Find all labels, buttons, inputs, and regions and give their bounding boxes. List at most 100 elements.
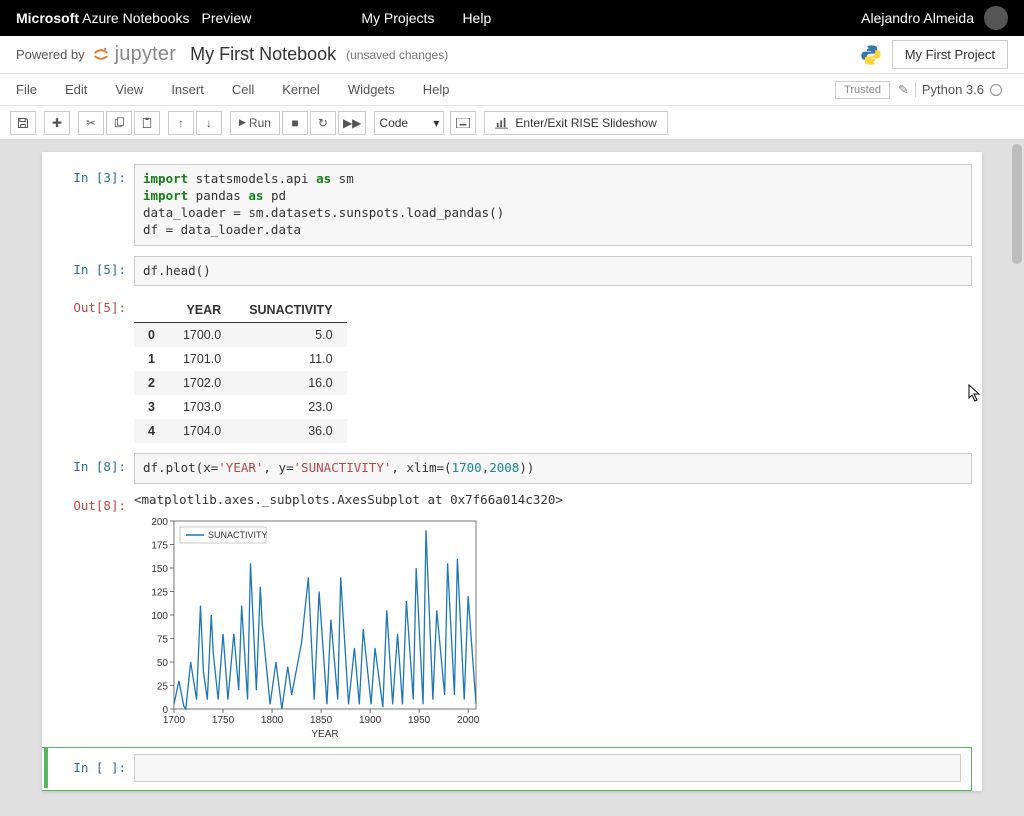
row-index: 2 <box>134 371 169 395</box>
table-row: 31703.023.0 <box>134 395 347 419</box>
menu-insert[interactable]: Insert <box>171 82 204 97</box>
table-cell: 5.0 <box>235 323 346 348</box>
row-index: 1 <box>134 347 169 371</box>
help-link[interactable]: Help <box>462 10 491 26</box>
svg-text:2000: 2000 <box>457 715 480 726</box>
table-cell: 1700.0 <box>169 323 235 348</box>
paste-button[interactable] <box>134 111 160 135</box>
svg-text:200: 200 <box>151 517 168 528</box>
code-cell[interactable]: In [5]: df.head() <box>42 254 982 295</box>
plus-icon: ✚ <box>52 116 62 130</box>
kernel-indicator[interactable]: Python 3.6 <box>915 82 1008 97</box>
in-prompt: In [3]: <box>44 164 134 246</box>
edit-icon[interactable]: ✎ <box>898 82 909 98</box>
move-up-button[interactable]: ↑ <box>168 111 194 135</box>
stop-icon: ■ <box>291 116 298 130</box>
azure-top-bar: Microsoft Azure Notebooks Preview My Pro… <box>0 0 1024 36</box>
restart-button[interactable]: ↻ <box>310 111 336 135</box>
bar-chart-icon <box>495 117 509 129</box>
command-palette-button[interactable] <box>450 111 476 135</box>
svg-text:1800: 1800 <box>261 715 284 726</box>
menu-view[interactable]: View <box>115 82 143 97</box>
restart-run-all-button[interactable]: ▶▶ <box>338 111 366 135</box>
in-prompt: In [ ]: <box>48 754 134 782</box>
table-cell: 16.0 <box>235 371 346 395</box>
output-repr: <matplotlib.axes._subplots.AxesSubplot a… <box>134 492 972 507</box>
svg-text:75: 75 <box>157 635 169 646</box>
code-input[interactable]: df.head() <box>134 256 972 287</box>
arrow-down-icon: ↓ <box>206 116 212 130</box>
user-name[interactable]: Alejandro Almeida <box>861 10 974 26</box>
in-prompt: In [8]: <box>44 453 134 484</box>
run-button[interactable]: ▶Run <box>230 111 280 135</box>
stop-button[interactable]: ■ <box>282 111 308 135</box>
svg-text:1950: 1950 <box>408 715 431 726</box>
code-cell[interactable]: In [8]: df.plot(x='YEAR', y='SUNACTIVITY… <box>42 451 982 492</box>
brand: Microsoft Azure Notebooks <box>16 10 190 26</box>
notebook-status: (unsaved changes) <box>346 48 448 62</box>
code-cell[interactable]: In [3]: import statsmodels.api as sm imp… <box>42 162 982 254</box>
arrow-up-icon: ↑ <box>178 116 184 130</box>
row-index: 0 <box>134 323 169 348</box>
table-cell: 11.0 <box>235 347 346 371</box>
save-button[interactable] <box>10 111 36 135</box>
notebook-scroll-area[interactable]: In [3]: import statsmodels.api as sm imp… <box>0 140 1024 816</box>
menu-widgets[interactable]: Widgets <box>348 82 395 97</box>
chevron-down-icon: ▾ <box>433 116 439 130</box>
code-input[interactable]: df.plot(x='YEAR', y='SUNACTIVITY', xlim=… <box>134 453 972 484</box>
table-header: SUNACTIVITY <box>235 298 346 323</box>
python-icon <box>860 44 882 66</box>
out-prompt: Out[8]: <box>44 492 134 739</box>
menu-file[interactable]: File <box>16 82 37 97</box>
menu-help[interactable]: Help <box>423 82 450 97</box>
out-prompt: Out[5]: <box>44 294 134 443</box>
table-row: 11701.011.0 <box>134 347 347 371</box>
table-cell: 1701.0 <box>169 347 235 371</box>
table-cell: 1704.0 <box>169 419 235 443</box>
cell-type-select[interactable]: Code▾ <box>374 111 444 135</box>
move-down-button[interactable]: ↓ <box>196 111 222 135</box>
cut-button[interactable]: ✂ <box>78 111 104 135</box>
my-projects-link[interactable]: My Projects <box>361 10 434 26</box>
svg-text:150: 150 <box>151 564 168 575</box>
svg-text:1700: 1700 <box>163 715 186 726</box>
svg-text:1900: 1900 <box>359 715 382 726</box>
code-input[interactable]: import statsmodels.api as sm import pand… <box>134 164 972 246</box>
project-button[interactable]: My First Project <box>892 40 1008 69</box>
preview-link[interactable]: Preview <box>202 10 252 26</box>
code-input[interactable] <box>134 754 961 782</box>
table-cell: 23.0 <box>235 395 346 419</box>
trusted-badge[interactable]: Trusted <box>835 81 890 99</box>
restart-icon: ↻ <box>318 116 328 130</box>
menu-bar: File Edit View Insert Cell Kernel Widget… <box>0 74 1024 106</box>
table-cell: 36.0 <box>235 419 346 443</box>
rise-slideshow-button[interactable]: Enter/Exit RISE Slideshow <box>484 111 667 135</box>
svg-text:50: 50 <box>157 658 169 669</box>
table-row: 01700.05.0 <box>134 323 347 348</box>
menu-edit[interactable]: Edit <box>65 82 87 97</box>
powered-by: Powered by <box>16 47 85 62</box>
chart-output: 0255075100125150175200170017501800185019… <box>134 513 972 739</box>
table-row: 21702.016.0 <box>134 371 347 395</box>
row-index: 3 <box>134 395 169 419</box>
menu-cell[interactable]: Cell <box>232 82 254 97</box>
notebook-header: Powered by jupyter My First Notebook (un… <box>0 36 1024 74</box>
code-cell-selected[interactable]: In [ ]: <box>42 747 972 791</box>
add-cell-button[interactable]: ✚ <box>44 111 70 135</box>
table-cell: 1703.0 <box>169 395 235 419</box>
notebook-title[interactable]: My First Notebook <box>190 44 336 65</box>
jupyter-logo: jupyter <box>91 43 176 66</box>
svg-text:175: 175 <box>151 541 168 552</box>
output-cell: Out[5]: YEARSUNACTIVITY 01700.05.011701.… <box>42 294 982 451</box>
fast-forward-icon: ▶▶ <box>343 116 361 130</box>
menu-kernel[interactable]: Kernel <box>282 82 320 97</box>
avatar[interactable] <box>984 6 1008 30</box>
svg-text:100: 100 <box>151 611 168 622</box>
dataframe-table: YEARSUNACTIVITY 01700.05.011701.011.0217… <box>134 298 347 443</box>
svg-text:1850: 1850 <box>310 715 333 726</box>
svg-text:1750: 1750 <box>212 715 235 726</box>
scrollbar-thumb[interactable] <box>1012 144 1022 264</box>
copy-button[interactable] <box>106 111 132 135</box>
svg-text:125: 125 <box>151 588 168 599</box>
notebook-container: In [3]: import statsmodels.api as sm imp… <box>42 152 982 791</box>
